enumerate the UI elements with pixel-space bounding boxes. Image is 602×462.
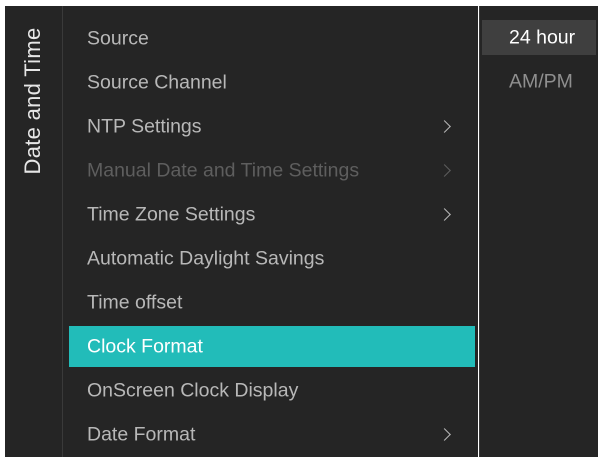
option-am-pm[interactable]: AM/PM <box>482 64 596 99</box>
menu-item-label: Manual Date and Time Settings <box>87 159 360 181</box>
menu-item-label: Automatic Daylight Savings <box>87 247 325 269</box>
option-24-hour[interactable]: 24 hour <box>482 20 596 55</box>
menu-item-source[interactable]: Source <box>69 18 475 59</box>
menu-item-label: Source Channel <box>87 71 227 93</box>
menu-item-onscreen-clock-display[interactable]: OnScreen Clock Display <box>69 370 475 411</box>
menu-item-time-zone-settings[interactable]: Time Zone Settings <box>69 194 475 235</box>
menu-item-date-format[interactable]: Date Format <box>69 414 475 455</box>
menu-item-label: NTP Settings <box>87 115 202 137</box>
menu-item-ntp-settings[interactable]: NTP Settings <box>69 106 475 147</box>
menu-item-clock-format[interactable]: Clock Format <box>69 326 475 367</box>
chevron-right-icon <box>438 163 451 177</box>
menu-item-time-offset[interactable]: Time offset <box>69 282 475 323</box>
option-label: 24 hour <box>509 26 576 48</box>
menu-item-manual-date-time-settings: Manual Date and Time Settings <box>69 150 475 191</box>
chevron-right-icon <box>438 207 451 221</box>
title-panel: Date and Time <box>5 6 63 457</box>
menu-item-label: Time Zone Settings <box>87 203 256 225</box>
menu-item-label: Time offset <box>87 291 183 313</box>
menu-item-label: Source <box>87 27 149 49</box>
chevron-right-icon <box>438 427 451 441</box>
menu-item-label: Date Format <box>87 423 196 445</box>
clock-format-options: 24 hour AM/PM <box>479 6 598 457</box>
option-label: AM/PM <box>509 70 573 92</box>
menu-item-source-channel[interactable]: Source Channel <box>69 62 475 103</box>
menu-item-label: Clock Format <box>87 335 203 357</box>
chevron-right-icon <box>438 119 451 133</box>
menu-item-automatic-daylight-savings[interactable]: Automatic Daylight Savings <box>69 238 475 279</box>
page-title: Date and Time <box>20 27 45 175</box>
settings-menu: Source Source Channel NTP Settings Manua… <box>63 6 478 457</box>
tv-settings-screen: Date and Time Source Source Channel NTP … <box>0 0 602 462</box>
menu-item-label: OnScreen Clock Display <box>87 379 299 401</box>
